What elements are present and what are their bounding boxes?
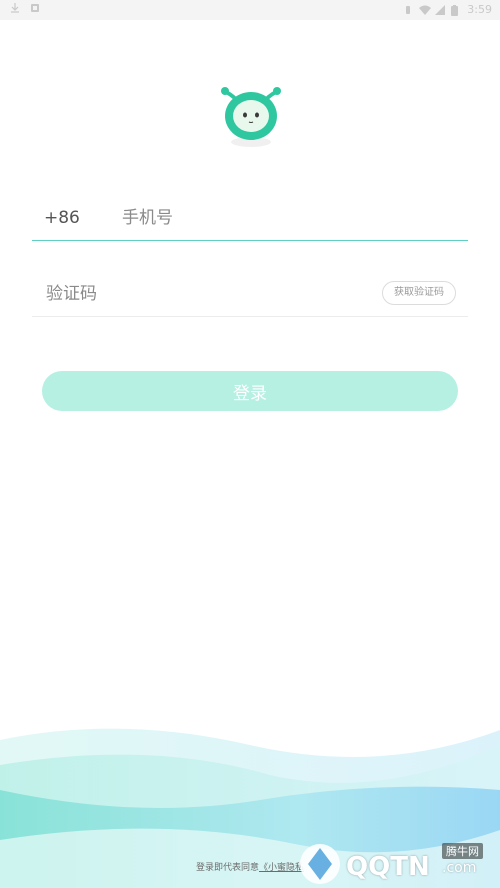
get-code-button[interactable]: 获取验证码 xyxy=(382,281,456,305)
verification-code-input[interactable] xyxy=(44,278,348,310)
status-bar: 3:59 xyxy=(0,0,500,20)
signal-icon xyxy=(435,4,446,15)
agreement-prefix: 登录即代表同意 xyxy=(195,863,259,873)
status-time: 3:59 xyxy=(467,3,492,16)
download-icon xyxy=(10,3,20,13)
watermark-suffix: .com xyxy=(442,860,477,876)
phone-field: +86 xyxy=(32,196,468,241)
verification-code-field: 获取验证码 xyxy=(32,272,468,317)
notification-icon xyxy=(30,3,40,13)
login-button[interactable]: 登录 xyxy=(42,371,458,411)
watermark-site-name: 腾牛网 xyxy=(442,843,483,859)
watermark-text: QQTN xyxy=(346,852,430,882)
vibrate-icon xyxy=(403,5,413,15)
battery-icon xyxy=(451,4,461,16)
robot-mascot-icon xyxy=(218,82,284,152)
wifi-icon xyxy=(419,5,432,15)
phone-input[interactable] xyxy=(120,202,454,234)
country-code[interactable]: +86 xyxy=(44,208,80,228)
